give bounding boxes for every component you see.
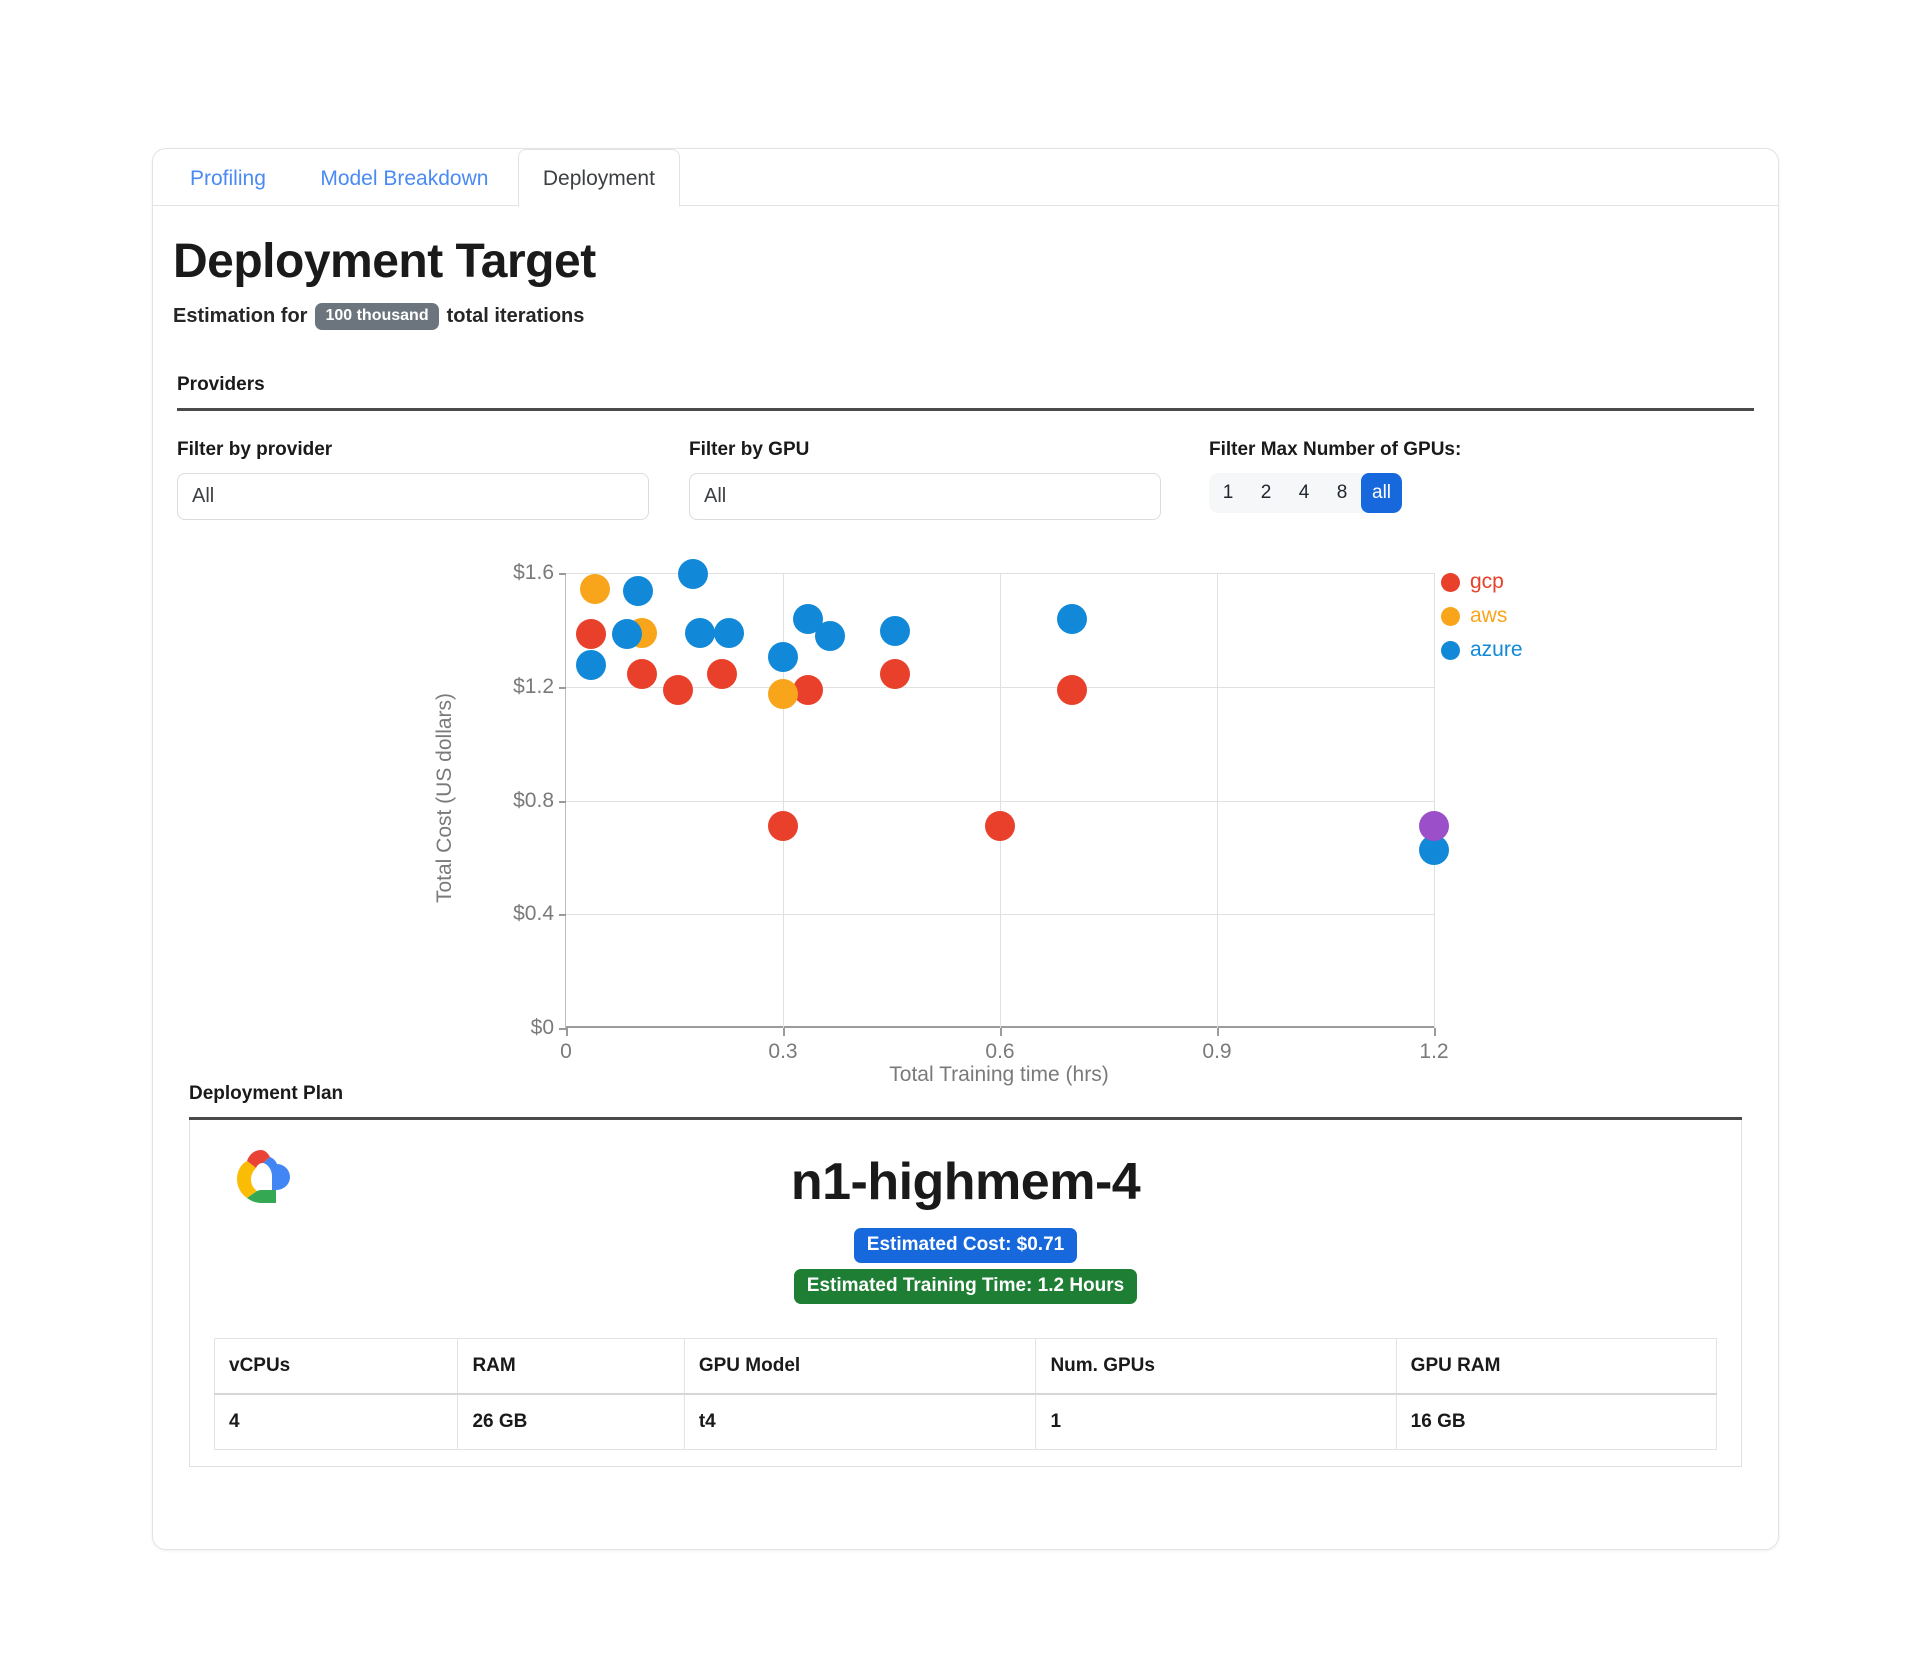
scatter-point-aws[interactable] xyxy=(579,573,610,604)
providers-divider xyxy=(177,408,1754,411)
x-gridline xyxy=(1434,573,1435,1028)
filter-max-gpus-block: Filter Max Number of GPUs: 1 2 4 8 all xyxy=(1209,439,1461,513)
column-header-gpu-model: GPU Model xyxy=(683,1338,1037,1395)
legend-swatch-icon xyxy=(1441,572,1460,592)
cell-gpu-ram: 16 GB xyxy=(1395,1393,1718,1450)
cell-vcpus: 4 xyxy=(213,1393,459,1450)
deployment-plan-card: n1-highmem-4 Estimated Cost: $0.71 Estim… xyxy=(189,1120,1742,1467)
filter-max-gpus-label: Filter Max Number of GPUs: xyxy=(1209,439,1462,460)
scatter-point-gcp[interactable] xyxy=(626,658,657,689)
scatter-point-azure[interactable] xyxy=(623,576,654,607)
page-root: Profiling Model Breakdown Deployment Dep… xyxy=(0,0,1920,1680)
page-title: Deployment Target xyxy=(173,235,596,288)
legend-label: aws xyxy=(1470,604,1508,627)
filter-gpu-label: Filter by GPU xyxy=(689,439,810,460)
scatter-point-azure[interactable] xyxy=(576,650,607,681)
filters-row: Filter by provider All Filter by GPU All… xyxy=(177,439,1778,529)
estimation-suffix: total iterations xyxy=(446,305,585,327)
instance-name: n1-highmem-4 xyxy=(790,1153,1141,1211)
legend-swatch-icon xyxy=(1441,640,1460,660)
scatter-point-gcp[interactable] xyxy=(1057,674,1088,705)
column-header-vcpus: vCPUs xyxy=(213,1338,459,1395)
x-tick-label: 1.2 xyxy=(1419,1040,1449,1063)
filter-gpu-block: Filter by GPU All xyxy=(689,439,1161,520)
chart-x-axis-label: Total Training time (hrs) xyxy=(889,1063,1109,1086)
plan-badges: Estimated Cost: $0.71 Estimated Training… xyxy=(190,1228,1741,1304)
cell-gpu-model: t4 xyxy=(683,1393,1037,1450)
scatter-point-gcp[interactable] xyxy=(768,811,798,842)
max-gpus-option-2[interactable]: 2 xyxy=(1247,473,1285,513)
legend-label: gcp xyxy=(1470,570,1504,593)
max-gpus-option-8[interactable]: 8 xyxy=(1323,473,1361,513)
x-tick-label: 0 xyxy=(560,1040,572,1063)
filter-gpu-select[interactable]: All xyxy=(689,473,1161,520)
scatter-point-azure[interactable] xyxy=(713,617,744,648)
filter-provider-label: Filter by provider xyxy=(177,439,333,460)
legend-label: azure xyxy=(1470,638,1523,661)
x-gridline xyxy=(1217,573,1218,1028)
estimation-prefix: Estimation for xyxy=(173,305,308,327)
estimated-training-time-badge: Estimated Training Time: 1.2 Hours xyxy=(793,1269,1138,1304)
filter-provider-select[interactable]: All xyxy=(177,473,649,520)
table-header-row: vCPUs RAM GPU Model Num. GPUs GPU RAM xyxy=(213,1338,1718,1395)
providers-section-title: Providers xyxy=(177,374,265,395)
scatter-point-gcp[interactable] xyxy=(880,658,911,689)
google-cloud-logo-icon xyxy=(224,1146,298,1217)
scatter-point-gcp[interactable] xyxy=(663,674,694,705)
scatter-point-aws[interactable] xyxy=(768,678,798,709)
y-tick-label: $0.4 xyxy=(513,902,554,926)
scatter-point-gcp[interactable] xyxy=(576,619,607,650)
scatter-point-gcp[interactable] xyxy=(793,674,824,705)
scatter-point-azure[interactable] xyxy=(1057,603,1088,634)
tab-deployment[interactable]: Deployment xyxy=(517,149,680,207)
x-tick-label: 0.6 xyxy=(985,1040,1015,1063)
scatter-point-azure[interactable] xyxy=(768,641,798,672)
legend-item-aws[interactable]: aws xyxy=(1441,599,1523,633)
max-gpus-option-4[interactable]: 4 xyxy=(1285,473,1323,513)
max-gpus-option-1[interactable]: 1 xyxy=(1209,473,1247,513)
tab-model-breakdown[interactable]: Model Breakdown xyxy=(295,149,513,207)
chart-plot-area: $0 $0.4 $0.8 $1.2 $1.6 0 0.3 0.6 0.9 1.2 xyxy=(513,559,1449,1063)
tab-bar: Profiling Model Breakdown Deployment xyxy=(153,149,1778,207)
iterations-badge: 100 thousand xyxy=(315,303,439,330)
column-header-num-gpus: Num. GPUs xyxy=(1035,1338,1397,1395)
cell-num-gpus: 1 xyxy=(1035,1393,1397,1450)
estimated-cost-badge: Estimated Cost: $0.71 xyxy=(853,1228,1078,1263)
x-tick-label: 0.3 xyxy=(768,1040,798,1063)
y-tick-label: $1.2 xyxy=(513,674,554,698)
x-tick-label: 0.9 xyxy=(1202,1040,1232,1063)
y-tick-label: $0.8 xyxy=(513,788,554,812)
x-gridline xyxy=(1000,573,1001,1028)
y-tick-label: $1.6 xyxy=(513,561,554,584)
scatter-point-azure[interactable] xyxy=(677,559,708,590)
legend-item-gcp[interactable]: gcp xyxy=(1441,565,1523,599)
estimation-subtitle: Estimation for 100 thousand total iterat… xyxy=(173,303,1778,330)
max-gpus-button-group: 1 2 4 8 all xyxy=(1209,473,1403,513)
scatter-point-azure[interactable] xyxy=(815,620,846,651)
legend-item-azure[interactable]: azure xyxy=(1441,633,1523,667)
scatter-point-azure[interactable] xyxy=(684,617,715,648)
scatter-point-selected[interactable] xyxy=(1419,811,1449,842)
chart-y-axis-label: Total Cost (US dollars) xyxy=(433,692,456,904)
table-row: 4 26 GB t4 1 16 GB xyxy=(213,1393,1718,1450)
deployment-card: Profiling Model Breakdown Deployment Dep… xyxy=(152,148,1779,1550)
scatter-point-azure[interactable] xyxy=(612,619,643,650)
column-header-ram: RAM xyxy=(457,1338,685,1395)
scatter-point-gcp[interactable] xyxy=(985,811,1015,842)
max-gpus-option-all[interactable]: all xyxy=(1361,473,1403,513)
scatter-point-azure[interactable] xyxy=(880,616,911,647)
instance-spec-table: vCPUs RAM GPU Model Num. GPUs GPU RAM 4 … xyxy=(213,1338,1718,1450)
column-header-gpu-ram: GPU RAM xyxy=(1395,1338,1718,1395)
scatter-point-gcp[interactable] xyxy=(706,658,737,689)
cost-vs-time-scatter-chart: Total Cost (US dollars) Total Training t… xyxy=(153,543,1778,1086)
chart-legend: gcp aws azure xyxy=(1441,565,1523,667)
filter-provider-block: Filter by provider All xyxy=(177,439,649,520)
tab-profiling[interactable]: Profiling xyxy=(165,149,291,207)
cell-ram: 26 GB xyxy=(457,1393,685,1450)
legend-swatch-icon xyxy=(1441,606,1460,626)
